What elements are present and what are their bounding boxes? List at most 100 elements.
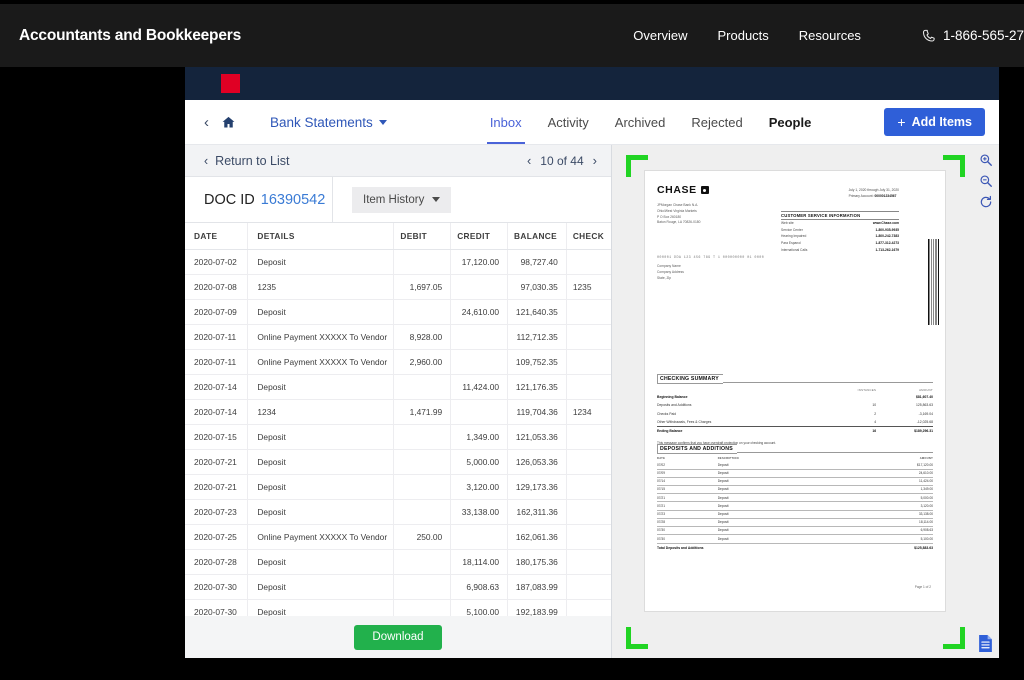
table-row[interactable]: 2020-07-30Deposit6,908.63187,083.99	[185, 575, 611, 600]
cell-debit: 1,471.99	[394, 400, 451, 425]
table-row[interactable]: 2020-07-25Online Payment XXXXX To Vendor…	[185, 525, 611, 550]
table-row[interactable]: 2020-07-30Deposit5,100.00192,183.99	[185, 600, 611, 617]
breadcrumb-bank-statements[interactable]: Bank Statements	[270, 115, 387, 130]
table-row[interactable]: 2020-07-23Deposit33,138.00162,311.36	[185, 500, 611, 525]
pager-next-button[interactable]: ›	[593, 153, 597, 168]
deposit-amount: 6,908.63	[850, 527, 933, 535]
statement-table-head: DATE DETAILS DEBIT CREDIT BALANCE CHECK	[185, 223, 611, 250]
customer-service-box: CUSTOMER SERVICE INFORMATION Web sitewww…	[781, 211, 899, 254]
customer-service-row: Web sitewww.Chase.com	[781, 220, 899, 227]
tab-inbox[interactable]: Inbox	[490, 100, 522, 144]
checking-summary-table: INSTANCES AMOUNT Beginning Balance$81,60…	[657, 388, 933, 436]
tab-activity[interactable]: Activity	[548, 100, 589, 144]
cell-balance: 180,175.36	[508, 550, 567, 575]
tab-people[interactable]: People	[769, 100, 812, 144]
table-row[interactable]: 2020-07-14Deposit11,424.00121,176.35	[185, 375, 611, 400]
deposit-amount: 33,138.00	[850, 510, 933, 518]
tab-rejected[interactable]: Rejected	[691, 100, 742, 144]
item-history-dropdown[interactable]: Item History	[352, 187, 451, 213]
cell-debit	[394, 575, 451, 600]
col-header-credit[interactable]: CREDIT	[451, 223, 508, 250]
rotate-icon[interactable]	[979, 195, 993, 209]
cell-credit: 24,610.00	[451, 300, 508, 325]
cell-credit	[451, 325, 508, 350]
customer-service-title: CUSTOMER SERVICE INFORMATION	[781, 211, 899, 220]
col-header-date[interactable]: DATE	[185, 223, 248, 250]
recipient-line-3: State, Zip	[657, 276, 764, 282]
cell-date: 2020-07-21	[185, 475, 248, 500]
doc-id-value[interactable]: 16390542	[261, 192, 326, 208]
nav-link-products[interactable]: Products	[717, 28, 768, 43]
checking-summary-row: Other Withdrawals, Fees & Charges4-12,02…	[657, 418, 933, 427]
customer-service-row: Service Center1-800-935-9935	[781, 227, 899, 234]
col-header-details[interactable]: DETAILS	[248, 223, 394, 250]
cell-debit: 250.00	[394, 525, 451, 550]
nav-link-resources[interactable]: Resources	[799, 28, 861, 43]
checking-summary-label: Checks Paid	[657, 410, 820, 418]
table-row[interactable]: 2020-07-11Online Payment XXXXX To Vendor…	[185, 325, 611, 350]
home-icon[interactable]	[221, 115, 236, 130]
checking-summary-amount: $189,296.31	[876, 427, 933, 436]
zoom-in-icon[interactable]	[979, 153, 993, 167]
return-chevron-icon: ‹	[204, 154, 208, 168]
table-row[interactable]: 2020-07-11Online Payment XXXXX To Vendor…	[185, 350, 611, 375]
cell-details: Deposit	[248, 450, 394, 475]
return-to-list-link[interactable]: ‹ Return to List	[204, 154, 290, 168]
cell-credit	[451, 350, 508, 375]
col-header-debit[interactable]: DEBIT	[394, 223, 451, 250]
checking-summary-amount: 125,863.63	[876, 402, 933, 410]
cell-debit	[394, 375, 451, 400]
table-row[interactable]: 2020-07-09Deposit24,610.00121,640.35	[185, 300, 611, 325]
cell-details: Online Payment XXXXX To Vendor	[248, 525, 394, 550]
cell-credit: 5,000.00	[451, 450, 508, 475]
viewer-scrollbar[interactable]	[994, 145, 999, 658]
table-row[interactable]: 2020-07-0812351,697.0597,030.351235	[185, 275, 611, 300]
statement-period-block: July 1, 2020 through July 31, 2020 Prima…	[849, 187, 899, 200]
document-icon[interactable]	[977, 634, 994, 653]
site-header: Accountants and Bookkeepers Overview Pro…	[0, 4, 1024, 67]
deposits-row: 07/14Deposit11,424.00	[657, 477, 933, 485]
table-row[interactable]: 2020-07-02Deposit17,120.0098,727.40	[185, 250, 611, 275]
cell-balance: 112,712.35	[508, 325, 567, 350]
cell-credit: 11,424.00	[451, 375, 508, 400]
table-row[interactable]: 2020-07-1412341,471.99119,704.361234	[185, 400, 611, 425]
statement-page[interactable]: CHASE JPMorgan Chase Bank N.A. Ohio/West…	[644, 170, 946, 612]
add-items-button[interactable]: + Add Items	[884, 108, 985, 136]
col-header-check[interactable]: CHECK	[566, 223, 611, 250]
pager-prev-button[interactable]: ‹	[527, 153, 531, 168]
breadcrumb-label: Bank Statements	[270, 115, 373, 130]
cell-date: 2020-07-02	[185, 250, 248, 275]
statement-table-wrap: DATE DETAILS DEBIT CREDIT BALANCE CHECK …	[185, 223, 611, 616]
cell-check	[566, 250, 611, 275]
table-row[interactable]: 2020-07-21Deposit3,120.00129,173.36	[185, 475, 611, 500]
table-row[interactable]: 2020-07-28Deposit18,114.00180,175.36	[185, 550, 611, 575]
cell-check	[566, 375, 611, 400]
cell-credit: 33,138.00	[451, 500, 508, 525]
nav-link-overview[interactable]: Overview	[633, 28, 687, 43]
customer-service-label: Hearing Impaired	[781, 234, 806, 239]
col-header-balance[interactable]: BALANCE	[508, 223, 567, 250]
deposits-row: 07/30Deposit6,908.63	[657, 527, 933, 535]
tab-archived[interactable]: Archived	[615, 100, 666, 144]
viewer-tools	[979, 153, 993, 209]
zoom-out-icon[interactable]	[979, 174, 993, 188]
pagination: ‹ 10 of 44 ›	[527, 153, 597, 168]
plus-icon: +	[897, 114, 905, 130]
cell-details: Online Payment XXXXX To Vendor	[248, 325, 394, 350]
cell-debit	[394, 450, 451, 475]
cell-balance: 162,311.36	[508, 500, 567, 525]
back-chevron-icon[interactable]: ‹	[204, 115, 209, 130]
customer-service-value: 1-877-312-4273	[876, 241, 899, 246]
cell-debit	[394, 250, 451, 275]
deposit-description: Deposit	[718, 518, 850, 526]
table-row[interactable]: 2020-07-21Deposit5,000.00126,053.36	[185, 450, 611, 475]
crop-corner-bottom-left	[626, 627, 648, 649]
table-row[interactable]: 2020-07-15Deposit1,349.00121,053.36	[185, 425, 611, 450]
cell-debit	[394, 550, 451, 575]
deposit-amount: 11,424.00	[850, 477, 933, 485]
phone-block[interactable]: 1-866-565-27	[921, 28, 1024, 44]
deposits-total-amount: $125,883.63	[850, 543, 933, 552]
cell-details: 1234	[248, 400, 394, 425]
cell-balance: 162,061.36	[508, 525, 567, 550]
download-button[interactable]: Download	[354, 625, 442, 650]
